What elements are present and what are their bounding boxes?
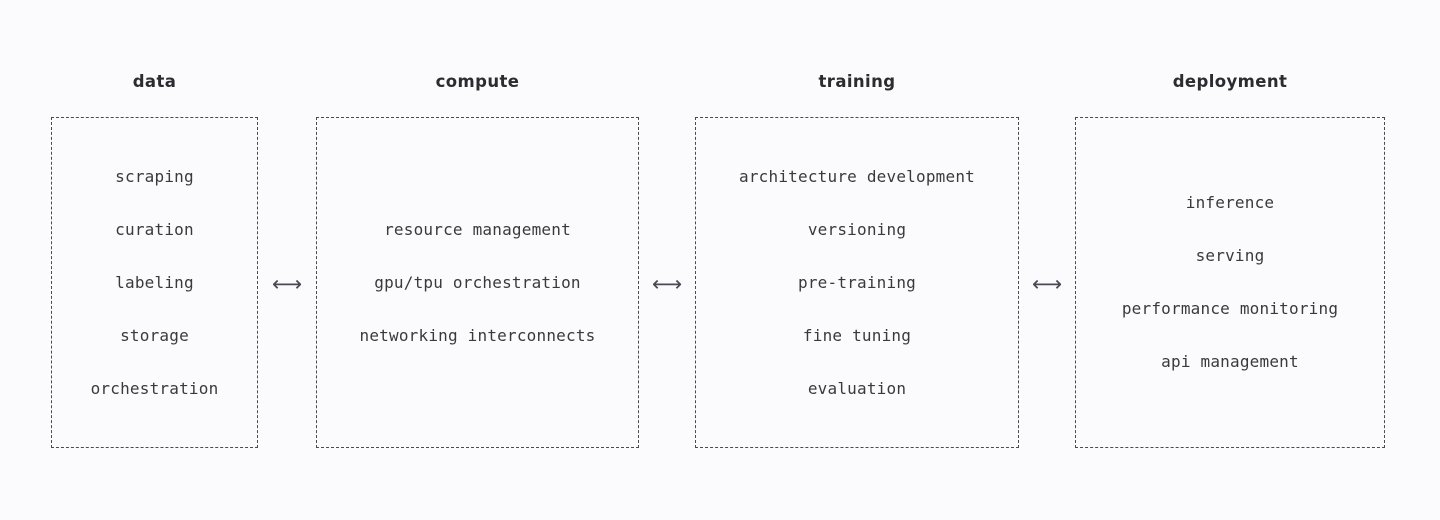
column-heading-training: training — [818, 72, 896, 91]
list-item: resource management — [384, 219, 571, 239]
list-item: scraping — [115, 166, 194, 186]
connector-training-deployment: ⟷ — [1019, 268, 1075, 300]
list-item: orchestration — [90, 378, 219, 398]
pipeline-diagram: data scraping curation labeling storage … — [0, 0, 1440, 520]
list-item: storage — [120, 325, 189, 345]
connector-compute-training: ⟷ — [639, 268, 695, 300]
list-item: gpu/tpu orchestration — [374, 272, 581, 292]
list-item: serving — [1195, 246, 1265, 265]
connector-data-compute: ⟷ — [258, 268, 316, 300]
column-box-compute: resource management gpu/tpu orchestratio… — [316, 117, 639, 448]
bidirectional-arrow-icon: ⟷ — [651, 271, 683, 296]
column-heading-compute: compute — [435, 72, 520, 91]
column-deployment: deployment inference serving performance… — [1075, 0, 1385, 520]
list-item: architecture development — [739, 166, 975, 186]
column-box-deployment: inference serving performance monitoring… — [1075, 117, 1385, 448]
bidirectional-arrow-icon: ⟷ — [271, 271, 303, 296]
column-box-training: architecture development versioning pre-… — [695, 117, 1019, 448]
bidirectional-arrow-icon: ⟷ — [1031, 271, 1063, 296]
column-compute: compute resource management gpu/tpu orch… — [316, 0, 639, 520]
list-item: fine tuning — [802, 325, 912, 345]
list-item: pre-training — [798, 272, 916, 292]
list-item: versioning — [807, 219, 907, 239]
list-item: curation — [115, 219, 194, 239]
column-heading-data: data — [132, 72, 177, 91]
column-data: data scraping curation labeling storage … — [51, 0, 258, 520]
list-item: evaluation — [807, 378, 907, 398]
column-training: training architecture development versio… — [695, 0, 1019, 520]
list-item: performance monitoring — [1121, 299, 1339, 318]
list-item: api management — [1161, 352, 1299, 371]
column-box-data: scraping curation labeling storage orche… — [51, 117, 258, 448]
list-item: labeling — [115, 272, 194, 292]
list-item: inference — [1185, 193, 1275, 212]
list-item: networking interconnects — [359, 325, 596, 345]
column-heading-deployment: deployment — [1172, 72, 1288, 91]
